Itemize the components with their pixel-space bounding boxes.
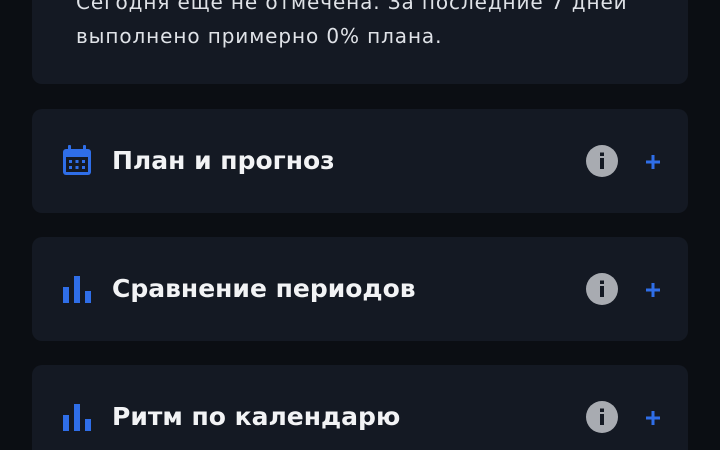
summary-card: Сегодня еще не отмечена. За последние 7 … xyxy=(32,0,688,84)
info-icon[interactable] xyxy=(586,401,618,433)
section-title: Сравнение периодов xyxy=(112,274,416,303)
section-plan-forecast[interactable]: План и прогноз xyxy=(32,109,688,213)
section-title: Ритм по календарю xyxy=(112,402,401,431)
info-icon[interactable] xyxy=(586,273,618,305)
info-icon[interactable] xyxy=(586,145,618,177)
bar-chart-icon xyxy=(60,400,94,434)
bar-chart-icon xyxy=(60,272,94,306)
plus-icon[interactable] xyxy=(638,403,668,433)
summary-text: Сегодня еще не отмечена. За последние 7 … xyxy=(76,0,628,48)
section-title: План и прогноз xyxy=(112,146,335,175)
section-calendar-rhythm[interactable]: Ритм по календарю xyxy=(32,365,688,450)
calendar-icon xyxy=(60,144,94,178)
plus-icon[interactable] xyxy=(638,147,668,177)
page: Сегодня еще не отмечена. За последние 7 … xyxy=(0,0,720,450)
plus-icon[interactable] xyxy=(638,275,668,305)
section-period-comparison[interactable]: Сравнение периодов xyxy=(32,237,688,341)
